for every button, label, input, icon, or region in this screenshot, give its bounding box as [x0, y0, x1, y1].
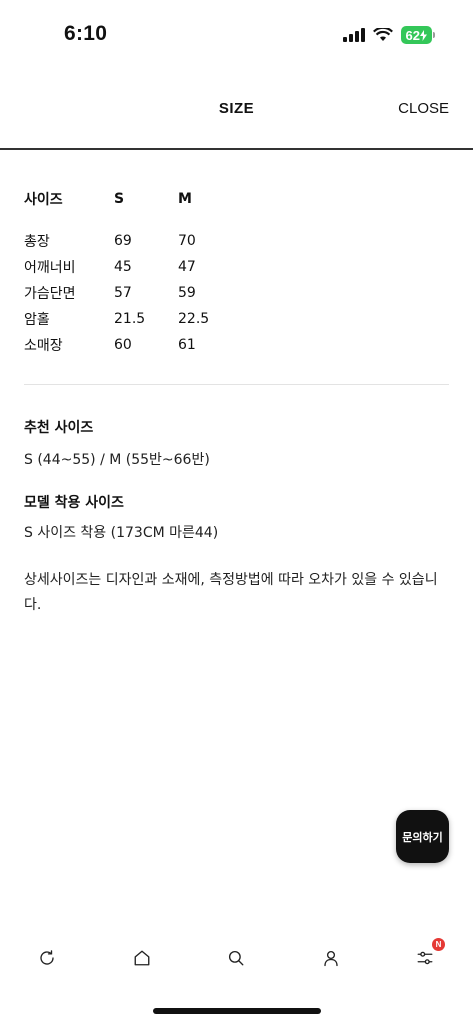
close-button[interactable]: CLOSE	[398, 100, 449, 117]
status-bar: 6:10 62	[0, 0, 473, 70]
column-header-size: 사이즈	[24, 192, 63, 208]
table-row: 소매장 60 61	[24, 332, 238, 358]
cell-s: 57	[114, 285, 132, 301]
size-table: 사이즈 S M 총장 69 70 어깨너비 45 47 가슴단면 57 59 암…	[24, 186, 238, 358]
home-button[interactable]	[130, 946, 154, 970]
filter-button[interactable]: N	[413, 938, 445, 970]
recommended-size-text: S (44~55) / M (55반~66반)	[24, 452, 210, 468]
table-row: 암홀 21.5 22.5	[24, 306, 238, 332]
cell-m: 59	[178, 285, 196, 301]
search-icon	[228, 950, 244, 966]
status-time: 6:10	[64, 22, 108, 45]
table-row: 가슴단면 57 59	[24, 280, 238, 306]
column-header-m: M	[178, 191, 192, 207]
row-label: 어깨너비	[24, 260, 76, 276]
cell-s: 21.5	[114, 311, 146, 327]
battery-level: 62	[400, 26, 432, 44]
column-header-s: S	[114, 191, 125, 207]
battery-percent: 62	[405, 27, 420, 43]
signal-icon	[342, 28, 365, 42]
cell-s: 45	[114, 259, 132, 275]
model-size-title: 모델 착용 사이즈	[24, 495, 124, 511]
home-icon	[134, 950, 150, 966]
charging-icon	[420, 29, 427, 41]
cell-m: 61	[178, 337, 196, 353]
cell-m: 22.5	[178, 311, 210, 327]
inquiry-button[interactable]: 문의하기	[396, 810, 449, 863]
user-icon	[324, 950, 338, 967]
status-icons: 62	[342, 26, 435, 44]
measurement-note: 상세사이즈는 디자인과 소재에, 측정방법에 따라 오차가 있을 수 있습니다.	[24, 572, 438, 613]
cell-s: 69	[114, 233, 132, 249]
cell-m: 70	[178, 233, 196, 249]
filter-icon	[417, 951, 433, 965]
battery-tip	[433, 32, 435, 38]
header: SIZE CLOSE	[0, 70, 473, 150]
size-table-header: 사이즈 S M	[24, 186, 238, 212]
row-label: 소매장	[24, 338, 63, 354]
cell-m: 47	[178, 259, 196, 275]
account-button[interactable]	[319, 946, 343, 970]
bottom-nav: N	[0, 936, 473, 982]
home-indicator	[153, 1008, 321, 1014]
table-row: 어깨너비 45 47	[24, 254, 238, 280]
wifi-icon	[372, 28, 393, 41]
table-row: 총장 69 70	[24, 228, 238, 254]
search-button[interactable]	[224, 946, 248, 970]
row-label: 총장	[24, 234, 50, 250]
recommended-size-title: 추천 사이즈	[24, 420, 94, 436]
row-label: 암홀	[24, 312, 50, 328]
model-size-text: S 사이즈 착용 (173CM 마른44)	[24, 525, 219, 541]
cell-s: 60	[114, 337, 132, 353]
battery-icon: 62	[400, 26, 435, 44]
refresh-button[interactable]	[35, 946, 59, 970]
row-label: 가슴단면	[24, 286, 76, 302]
refresh-icon	[40, 950, 54, 965]
divider	[24, 384, 449, 385]
notification-badge: N	[432, 938, 445, 951]
